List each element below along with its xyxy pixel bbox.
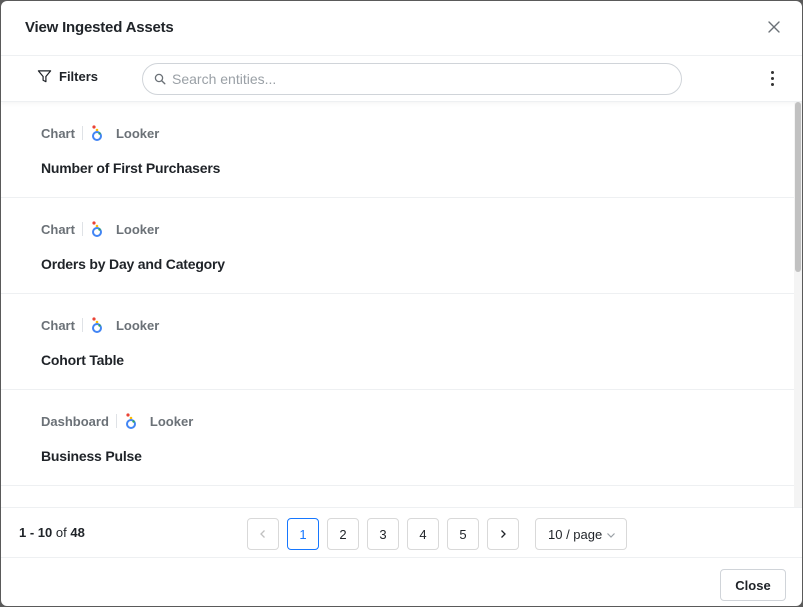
result-range: 1 - 10 of 48 — [19, 525, 85, 540]
divider — [81, 126, 83, 140]
item-meta: Chart Looker — [41, 124, 159, 142]
looker-logo-icon — [125, 413, 136, 429]
item-meta: Chart Looker — [41, 220, 159, 238]
item-meta: Chart Looker — [41, 316, 159, 334]
filters-label: Filters — [59, 69, 99, 84]
page-size-value: 10 / page — [548, 526, 603, 542]
asset-list: Chart Looker Number of First Purchasers … — [1, 102, 802, 507]
page-button-2[interactable]: 2 — [327, 518, 359, 550]
divider — [81, 222, 83, 236]
asset-name[interactable]: Number of First Purchasers — [41, 160, 220, 176]
item-meta: Dashboard Looker — [41, 412, 193, 430]
asset-source: Looker — [115, 125, 160, 141]
chevron-right-icon — [501, 530, 506, 538]
modal-title: View Ingested Assets — [25, 19, 174, 36]
search-input[interactable] — [172, 71, 652, 87]
page-button-3[interactable]: 3 — [367, 518, 399, 550]
search-box[interactable] — [142, 63, 682, 95]
page-button-5[interactable]: 5 — [447, 518, 479, 550]
list-item[interactable] — [1, 486, 802, 507]
modal-header: View Ingested Assets — [1, 1, 802, 56]
page-button-4[interactable]: 4 — [407, 518, 439, 550]
search-icon — [154, 73, 166, 85]
divider — [81, 318, 83, 332]
filters-button[interactable]: Filters — [37, 69, 98, 84]
page-size-select[interactable]: 10 / page — [535, 518, 627, 550]
asset-type: Dashboard — [41, 413, 109, 429]
looker-logo-icon — [91, 317, 102, 333]
next-page-button[interactable] — [487, 518, 519, 550]
divider — [115, 414, 117, 428]
looker-logo-icon — [91, 125, 102, 141]
chevron-left-icon — [260, 530, 265, 538]
list-item[interactable]: Chart Looker Cohort Table — [1, 294, 802, 390]
close-icon[interactable] — [766, 19, 782, 35]
asset-type: Chart — [41, 221, 75, 237]
page-button-1[interactable]: 1 — [287, 518, 319, 550]
asset-name[interactable]: Business Pulse — [41, 448, 142, 464]
modal-footer: Close — [1, 557, 802, 606]
asset-type: Chart — [41, 317, 75, 333]
list-item[interactable]: Chart Looker Number of First Purchasers — [1, 102, 802, 198]
close-button[interactable]: Close — [720, 569, 786, 601]
looker-logo-icon — [91, 221, 102, 237]
range-value: 1 - 10 — [19, 525, 53, 540]
list-item[interactable]: Dashboard Looker Business Pulse — [1, 390, 802, 486]
toolbar: Filters — [1, 56, 802, 102]
asset-source: Looker — [115, 317, 160, 333]
prev-page-button[interactable] — [247, 518, 279, 550]
pagination-bar: 1 - 10 of 48 1 2 3 4 5 10 / page — [1, 507, 802, 557]
asset-name[interactable]: Cohort Table — [41, 352, 124, 368]
range-total: 48 — [70, 525, 85, 540]
range-of-label: of — [55, 525, 67, 540]
filter-icon — [37, 70, 52, 83]
asset-source: Looker — [115, 221, 160, 237]
asset-source: Looker — [149, 413, 194, 429]
scrollbar-thumb[interactable] — [795, 102, 801, 272]
asset-name[interactable]: Orders by Day and Category — [41, 256, 225, 272]
ingested-assets-modal: View Ingested Assets Filters Chart Looke… — [1, 1, 802, 606]
list-item[interactable]: Chart Looker Orders by Day and Category — [1, 198, 802, 294]
more-options-icon[interactable] — [762, 67, 782, 89]
asset-type: Chart — [41, 125, 75, 141]
chevron-down-icon — [607, 533, 615, 538]
list-scrollbar[interactable] — [794, 102, 802, 507]
